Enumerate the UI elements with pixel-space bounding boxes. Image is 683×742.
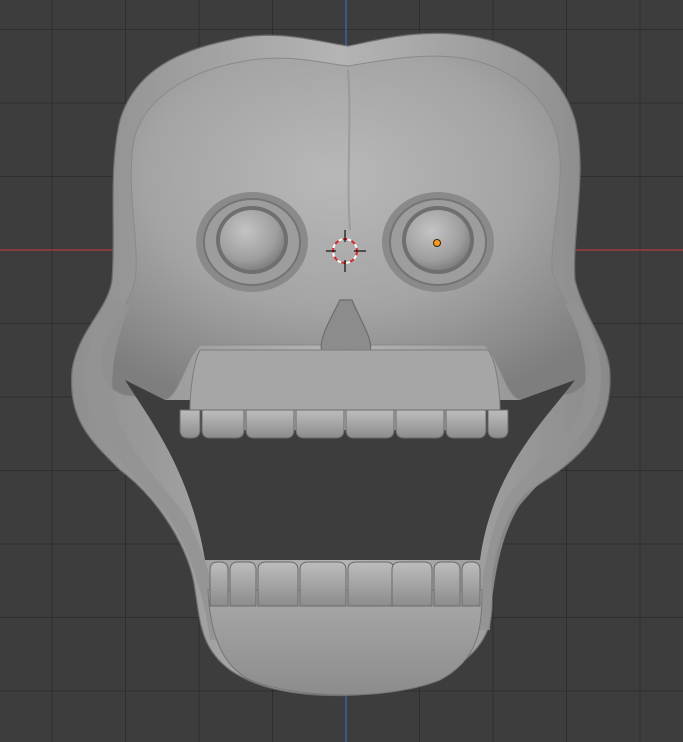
tooth <box>345 409 395 439</box>
tooth <box>461 561 481 607</box>
tooth <box>487 409 509 439</box>
left-eyeball <box>220 210 284 270</box>
tooth <box>395 409 445 439</box>
tooth <box>257 561 299 607</box>
tooth <box>347 561 395 607</box>
tooth <box>229 561 257 607</box>
tooth <box>245 409 295 439</box>
tooth <box>209 561 229 607</box>
tooth <box>445 409 487 439</box>
tooth <box>201 409 245 439</box>
skull-mesh[interactable] <box>70 32 611 697</box>
left-eye-socket <box>196 192 308 292</box>
tooth <box>299 561 347 607</box>
viewport-canvas[interactable] <box>0 0 683 742</box>
tooth <box>433 561 461 607</box>
object-origin-dot[interactable] <box>433 239 441 247</box>
upper-jaw <box>189 349 501 411</box>
tooth <box>295 409 345 439</box>
tooth <box>391 561 433 607</box>
tooth <box>179 409 201 439</box>
lower-teeth <box>209 561 481 607</box>
cranium-center-seam <box>347 69 351 231</box>
3d-viewport[interactable] <box>0 0 683 742</box>
